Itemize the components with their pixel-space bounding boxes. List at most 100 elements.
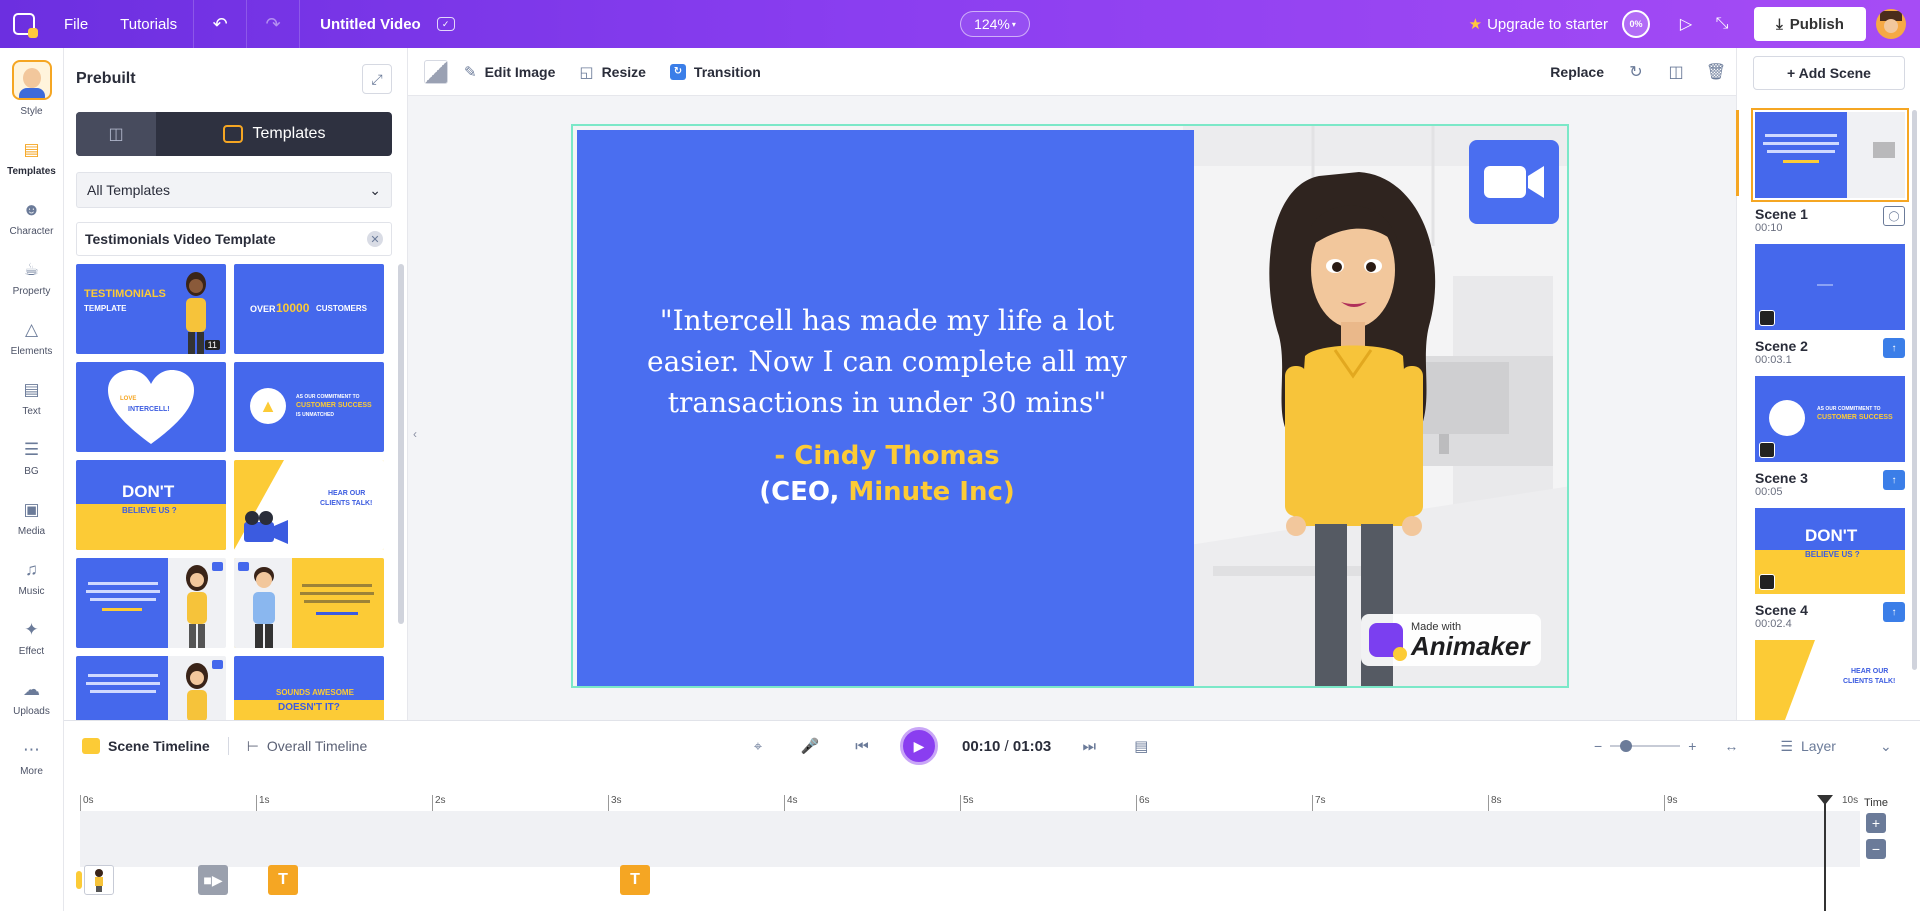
author-role-prefix: (CEO, — [759, 477, 840, 507]
template-thumb[interactable]: DON'T BELIEVE US ? — [76, 460, 226, 550]
template-thumb[interactable] — [234, 558, 384, 648]
publish-button[interactable]: ⤓ Publish — [1754, 7, 1866, 41]
testimonial-quote[interactable]: "Intercell has made my life a lot easier… — [617, 300, 1157, 423]
overall-timeline-tab[interactable]: ⊢ Overall Timeline — [229, 738, 386, 755]
skip-back-icon[interactable]: ⏮ — [848, 732, 876, 760]
transition-button[interactable]: ↻ Transition — [658, 63, 773, 80]
layer-icon: ☰ — [1780, 737, 1793, 754]
undo-icon[interactable]: ↶ — [194, 0, 246, 48]
upgrade-link[interactable]: ★ Upgrade to starter — [1469, 15, 1608, 34]
render-progress-badge[interactable]: 0% — [1622, 10, 1650, 38]
rail-item-media[interactable]: ▣ Media — [0, 488, 63, 548]
rail-item-effect[interactable]: ✦ Effect — [0, 608, 63, 668]
rail-item-property[interactable]: ☕ Property — [0, 248, 63, 308]
fit-icon[interactable]: ↔ — [1724, 738, 1738, 754]
rail-item-music[interactable]: ♫ Music — [0, 548, 63, 608]
text-line — [1763, 142, 1839, 145]
category-select[interactable]: All Templates ⌄ — [76, 172, 392, 208]
timeline-item-text[interactable]: T — [620, 865, 650, 895]
zoom-in-icon[interactable]: + — [1688, 738, 1696, 754]
rail-item-more[interactable]: ⋯ More — [0, 728, 63, 788]
resize-button[interactable]: ◱ Resize — [567, 63, 658, 81]
rail-item-bg[interactable]: ☰ BG — [0, 428, 63, 488]
template-thumb[interactable]: HEAR OUR CLIENTS TALK! — [234, 460, 384, 550]
rail-item-templates[interactable]: ▤ Templates — [0, 128, 63, 188]
rail-item-uploads[interactable]: ☁ Uploads — [0, 668, 63, 728]
tutorials-menu[interactable]: Tutorials — [104, 0, 193, 48]
timeline-track[interactable] — [80, 811, 1860, 867]
scene-thumbnail[interactable]: HEAR OUR CLIENTS TALK! — [1755, 640, 1905, 720]
scene-timeline-tab[interactable]: Scene Timeline — [64, 738, 228, 754]
user-avatar[interactable] — [1876, 9, 1906, 39]
play-button[interactable]: ▶ — [900, 727, 938, 765]
flip-icon[interactable]: ◫ — [1656, 48, 1696, 96]
clear-icon[interactable]: ✕ — [367, 231, 383, 247]
rail-item-character[interactable]: ☻ Character — [0, 188, 63, 248]
color-swatch[interactable] — [424, 59, 448, 84]
delete-icon[interactable]: 🗑 — [1696, 48, 1736, 96]
template-thumb[interactable]: SOUNDS AWESOME DOESN'T IT? — [234, 656, 384, 720]
scenes-scrollbar[interactable] — [1912, 110, 1917, 670]
subtitles-icon[interactable]: ▤ — [1127, 732, 1155, 760]
template-thumb[interactable] — [76, 558, 226, 648]
camera-focus-icon[interactable]: ⌖ — [744, 732, 772, 760]
collapse-panel-icon[interactable]: ‹ — [408, 414, 422, 454]
animaker-logo-icon[interactable] — [0, 0, 48, 48]
library-scrollbar[interactable] — [398, 264, 404, 624]
skip-forward-icon[interactable]: ⏭ — [1075, 732, 1103, 760]
video-camera-icon[interactable] — [1469, 140, 1559, 224]
template-thumb[interactable]: LOVE INTERCELL! — [76, 362, 226, 452]
redo-icon[interactable]: ↷ — [247, 0, 299, 48]
timeline-item-text[interactable]: T — [268, 865, 298, 895]
rail-item-text[interactable]: ▤ Text — [0, 368, 63, 428]
layer-button[interactable]: Layer — [1801, 738, 1836, 754]
timeline-item-video[interactable]: ■▶ — [198, 865, 228, 895]
project-title[interactable]: Untitled Video — [300, 16, 431, 33]
thumb-text: CUSTOMER SUCCESS — [1817, 414, 1893, 421]
quote-panel[interactable]: "Intercell has made my life a lot easier… — [577, 130, 1194, 686]
zoom-slider[interactable] — [1610, 740, 1681, 752]
search-input[interactable]: Testimonials Video Template ✕ — [76, 222, 392, 256]
scene-thumbnail[interactable] — [1751, 108, 1909, 202]
reset-icon[interactable]: ↻ — [1616, 48, 1656, 96]
playhead[interactable] — [1817, 795, 1833, 911]
remove-time-icon[interactable]: − — [1866, 839, 1886, 859]
edit-image-button[interactable]: ✎ Edit Image — [452, 63, 567, 81]
template-thumb[interactable]: OVER 10000 CUSTOMERS — [234, 264, 384, 354]
zoom-dropdown[interactable]: 124% ▾ — [960, 11, 1030, 37]
scene-options-icon[interactable]: ◯ — [1883, 206, 1905, 226]
template-thumb[interactable]: ▲ AS OUR COMMITMENT TO CUSTOMER SUCCESS … — [234, 362, 384, 452]
testimonial-author[interactable]: - Cindy Thomas (CEO, Minute Inc) — [617, 438, 1157, 510]
zoom-out-icon[interactable]: − — [1594, 738, 1602, 754]
template-thumb[interactable]: TESTIMONIALS TEMPLATE 11 — [76, 264, 226, 354]
file-menu[interactable]: File — [48, 0, 104, 48]
share-icon[interactable]: ⤡ — [1704, 0, 1740, 48]
rail-item-elements[interactable]: △ Elements — [0, 308, 63, 368]
add-time-icon[interactable]: + — [1866, 813, 1886, 833]
rail-item-style[interactable]: Style — [0, 48, 63, 128]
character-figure[interactable] — [1249, 166, 1459, 688]
cloud-save-icon[interactable]: ✓ — [436, 17, 455, 31]
scene-transition-icon[interactable]: ↑ — [1883, 470, 1905, 490]
add-scene-button[interactable]: + Add Scene — [1753, 56, 1905, 90]
scene-thumbnail[interactable] — [1755, 244, 1905, 330]
scene-thumbnail[interactable]: AS OUR COMMITMENT TO CUSTOMER SUCCESS — [1755, 376, 1905, 462]
playback-controls: ⌖ 🎤 ⏮ ▶ 00:10 / 01:03 ⏭ ▤ — [744, 721, 1155, 771]
scene-transition-icon[interactable]: ↑ — [1883, 602, 1905, 622]
video-canvas[interactable]: "Intercell has made my life a lot easier… — [571, 124, 1569, 688]
scene-thumbnail[interactable]: DON'T BELIEVE US ? — [1755, 508, 1905, 594]
templates-tab[interactable]: Templates — [156, 112, 392, 156]
template-thumb[interactable] — [76, 656, 226, 720]
preview-play-icon[interactable]: ▷ — [1668, 0, 1704, 48]
layout-tab[interactable]: ◫ — [76, 112, 156, 156]
expand-icon[interactable]: ⤢ — [362, 64, 392, 94]
scene-transition-icon[interactable]: ↑ — [1883, 338, 1905, 358]
microphone-icon[interactable]: 🎤 — [796, 732, 824, 760]
ruler-tick: 4s — [784, 795, 798, 811]
replace-button[interactable]: Replace — [1538, 64, 1616, 80]
text-line — [86, 590, 160, 593]
scene-name: Scene 1 — [1755, 206, 1808, 222]
chevron-down-icon[interactable]: ⌄ — [1880, 738, 1892, 755]
author-name: - Cindy Thomas — [774, 441, 1000, 471]
timeline-item-character[interactable] — [84, 865, 114, 895]
